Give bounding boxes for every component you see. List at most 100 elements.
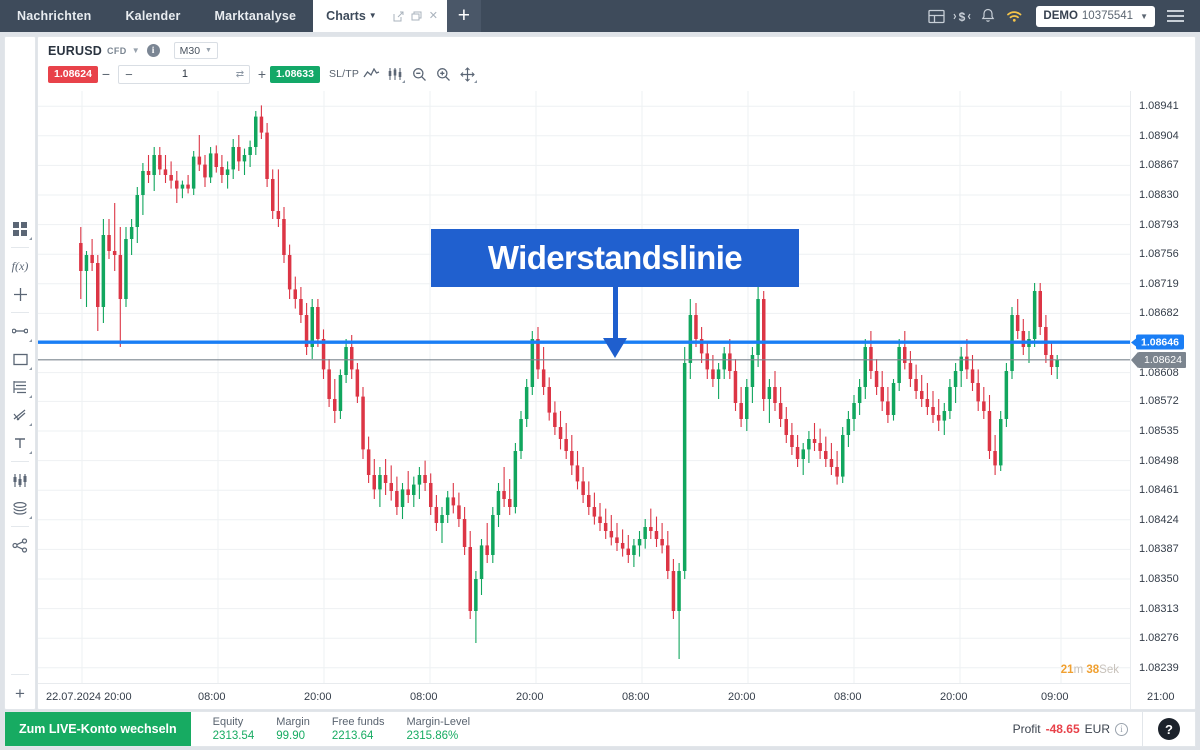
tab-label: Charts [326,9,366,23]
tool-add[interactable]: + [5,679,35,709]
sltp-button[interactable]: SL/TP [329,68,359,80]
stat-value: 2213.64 [331,730,374,742]
currency-icon[interactable]: $ [949,0,975,32]
zoom-in-icon[interactable] [431,64,455,84]
menu-icon[interactable] [1163,10,1190,22]
chevron-down-icon: ▼ [368,11,377,20]
tool-function[interactable]: f(x) [5,252,35,280]
tool-text[interactable] [5,429,35,457]
restore-icon[interactable] [411,11,422,22]
toolbar-divider [11,312,29,313]
sidebar-item-marktanalyse[interactable]: Marktanalyse [198,0,314,32]
tool-expand-indicator [29,448,32,454]
nav-label: Nachrichten [17,9,92,23]
chart-panel: EURUSD CFD ▼ i M30 ▼ 1.08624 − − 1 ⇄ + 1… [37,36,1196,710]
symbol-name[interactable]: EURUSD [48,44,102,58]
stat-label: Margin [276,716,310,728]
instrument-type-label: CFD [106,45,127,56]
price-axis-tick: 1.08498 [1139,454,1179,467]
countdown-minutes: 21 [1060,664,1074,676]
bell-icon[interactable] [975,0,1001,32]
add-tab-label: + [457,4,471,27]
layout-icon[interactable] [923,0,949,32]
stat-margin: Margin 99.90 [254,712,310,746]
chevron-down-icon: ▼ [205,47,212,54]
annotation-callout: Widerstandslinie [431,229,799,287]
volume-input[interactable]: 1 [139,68,231,80]
help-button[interactable]: ? [1143,712,1195,746]
help-icon: ? [1158,718,1180,740]
tool-expand-indicator [29,234,32,240]
sell-price-button[interactable]: 1.08624 [48,65,98,83]
volume-decrease-outer[interactable]: − [98,66,114,82]
price-axis-tick: 1.08350 [1139,573,1179,585]
tool-expand-indicator [29,392,32,398]
time-axis-tick: 20:00 [940,691,968,703]
zoom-out-icon[interactable] [407,64,431,84]
timeframe-selector[interactable]: M30 ▼ [173,42,218,59]
toolbar-divider [11,247,29,248]
price-axis-tick: 1.08830 [1139,189,1179,201]
price-axis-tick: 1.08424 [1139,513,1179,526]
bar-countdown-timer: 21m 38Sek [1061,664,1119,676]
tool-rectangle[interactable] [5,345,35,373]
resistance-price-value: 1.08646 [1141,336,1179,349]
chevron-down-icon[interactable]: ▼ [132,46,140,55]
buy-price-button[interactable]: 1.08633 [269,65,320,83]
price-axis[interactable]: 1.08941 1.08904 1.08867 1.08830 1.08793 1.087… [1130,91,1195,709]
stat-label: Margin-Level [406,716,471,728]
svg-text:f(x): f(x) [12,259,29,273]
switch-to-live-account-button[interactable]: Zum LIVE-Konto wechseln [5,712,191,746]
line-chart-icon[interactable] [359,64,383,84]
annotation-arrow-stem [613,287,618,343]
tool-expand-indicator [29,513,32,519]
wifi-icon[interactable] [1001,0,1027,32]
profit-currency: EUR [1084,722,1110,736]
tab-charts[interactable]: Charts ▼ [313,0,385,32]
add-tab-button[interactable]: + [446,0,481,32]
tool-expand-indicator [402,77,406,83]
candlestick-icon[interactable] [383,64,407,84]
price-axis-tick: 1.08535 [1139,425,1179,437]
countdown-minutes-unit: m [1073,664,1084,676]
stat-label: Equity [212,716,244,728]
info-icon[interactable]: i [146,44,160,57]
nav-label: Marktanalyse [214,9,297,23]
toolbar-divider [11,674,29,675]
volume-swap-icon[interactable]: ⇄ [231,69,249,80]
resistance-price-tag[interactable]: 1.08646 [1136,334,1184,350]
close-icon[interactable]: ✕ [429,10,438,22]
price-axis-tick: 1.08387 [1139,543,1179,556]
sidebar-item-nachrichten[interactable]: Nachrichten [0,0,108,32]
tool-grid[interactable] [5,215,35,243]
profit-display: Profit -48.65 EUR i [1013,712,1142,746]
tool-fibonacci[interactable] [5,373,35,401]
crosshair-icon[interactable] [455,64,479,84]
volume-increase-button[interactable]: + [254,66,270,82]
tool-pitchfork[interactable] [5,401,35,429]
price-axis-tick: 1.08682 [1139,307,1179,320]
tool-indicators[interactable] [5,466,35,494]
time-axis-tick: 08:00 [410,691,438,703]
info-icon[interactable]: i [1115,722,1128,736]
annotation-arrow-head [603,338,627,358]
tool-expand-indicator [29,420,32,426]
volume-stepper[interactable]: − 1 ⇄ [117,64,250,84]
chart-plot-area[interactable]: 1.08941 1.08904 1.08867 1.08830 1.08793 1.087… [38,91,1195,709]
tool-layers[interactable] [5,494,35,522]
nav-label: Kalender [125,9,181,23]
price-axis-tick: 1.08719 [1139,277,1179,290]
trade-controls-row: 1.08624 − − 1 ⇄ + 1.08633 SL/TP [38,61,1195,87]
account-selector[interactable]: DEMO 10375541 ▼ [1036,5,1155,27]
time-axis[interactable]: 22.07.2024 20:00 08:00 20:00 08:00 20:00 08:0… [38,683,1175,709]
tool-share[interactable] [5,531,35,559]
candlestick-chart[interactable] [38,91,1130,683]
tool-horizontal-line[interactable] [5,317,35,345]
popout-icon[interactable] [393,11,404,22]
sidebar-item-kalender[interactable]: Kalender [108,0,197,32]
tool-crosshair[interactable] [5,280,35,308]
drawing-tools-sidebar: f(x) + [4,36,36,710]
time-axis-tick: 09:00 [1041,691,1069,703]
stat-value: 2313.54 [212,730,255,742]
volume-decrease-button[interactable]: − [119,67,139,82]
